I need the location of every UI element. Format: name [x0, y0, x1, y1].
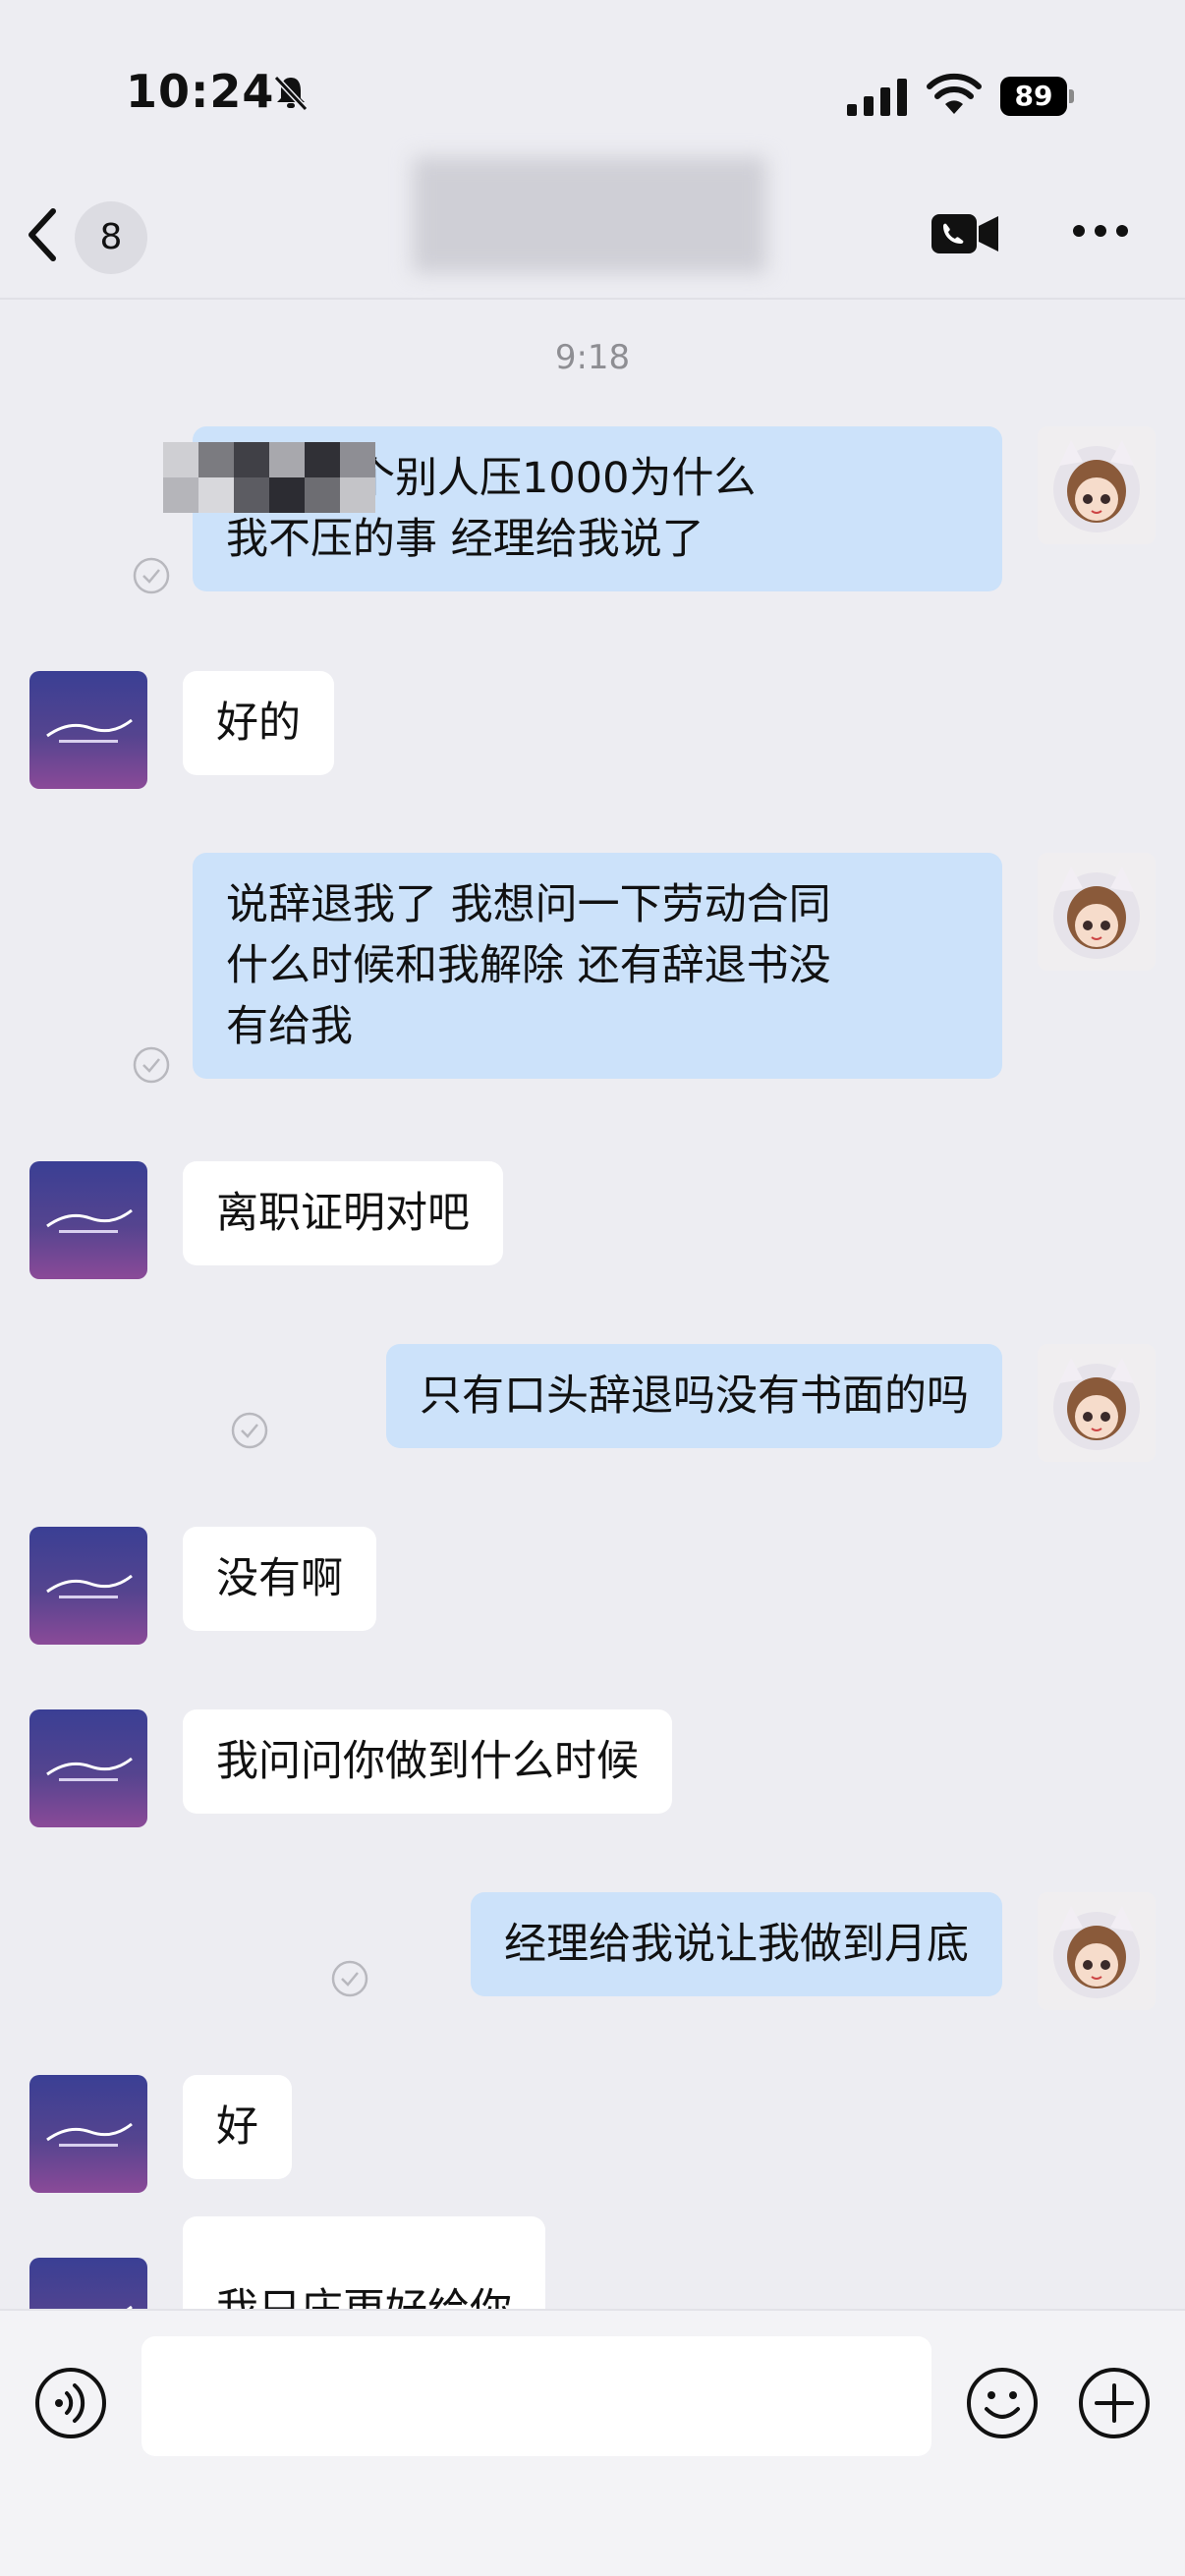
my-avatar[interactable]: [1038, 1892, 1156, 2010]
contact-message-bubble[interactable]: 离职证明对吧: [183, 1161, 503, 1265]
message-input-bar: [0, 2309, 1185, 2576]
more-options-icon[interactable]: [1071, 221, 1130, 241]
company-logo-icon: [46, 1757, 133, 1781]
read-check-icon: [331, 1960, 368, 1997]
emoji-smiley-icon[interactable]: [965, 2366, 1040, 2440]
my-avatar[interactable]: [1038, 1344, 1156, 1462]
my-message-bubble[interactable]: 经理给我说让我做到月底: [471, 1892, 1002, 1996]
anime-girl-avatar-icon: [1053, 1358, 1140, 1450]
chat-screen: 10:24 89 8 9:18 关于那个别人压1000为什么 我不压的事 经理给…: [0, 0, 1185, 2576]
voice-input-icon[interactable]: [33, 2366, 108, 2440]
battery-indicator: 89: [1000, 77, 1075, 116]
status-time: 10:24: [126, 65, 275, 118]
my-avatar[interactable]: [1038, 426, 1156, 544]
contact-avatar[interactable]: [29, 1709, 147, 1827]
contact-message-bubble[interactable]: 没有啊: [183, 1527, 376, 1631]
back-chevron-icon[interactable]: [22, 205, 61, 264]
contact-message-bubble[interactable]: 我问问你做到什么时候: [183, 1709, 672, 1814]
unread-count-badge[interactable]: 8: [75, 201, 147, 274]
company-logo-icon: [46, 1574, 133, 1598]
company-logo-icon: [46, 1208, 133, 1233]
wifi-icon: [927, 73, 982, 114]
my-message-bubble[interactable]: 说辞退我了 我想问一下劳动合同 什么时候和我解除 还有辞退书没 有给我: [193, 853, 1002, 1079]
read-check-icon: [133, 1046, 170, 1084]
add-attachment-icon[interactable]: [1077, 2366, 1152, 2440]
status-bar: 10:24 89: [0, 0, 1185, 172]
read-check-icon: [133, 557, 170, 594]
bell-muted-icon: [273, 75, 309, 112]
read-check-icon: [231, 1412, 268, 1449]
my-avatar[interactable]: [1038, 853, 1156, 971]
pixelated-name-mosaic: [163, 442, 375, 513]
anime-girl-avatar-icon: [1053, 440, 1140, 532]
company-logo-icon: [46, 2122, 133, 2147]
message-text-input[interactable]: [141, 2336, 931, 2456]
anime-girl-avatar-icon: [1053, 867, 1140, 959]
battery-level: 89: [1000, 77, 1067, 116]
contact-avatar[interactable]: [29, 1527, 147, 1645]
contact-name-blurred: [413, 157, 766, 273]
contact-message-bubble[interactable]: 好: [183, 2075, 292, 2179]
contact-avatar[interactable]: [29, 671, 147, 789]
contact-message-bubble[interactable]: 好的: [183, 671, 334, 775]
video-call-icon[interactable]: [930, 208, 1000, 257]
my-message-bubble[interactable]: 只有口头辞退吗没有书面的吗: [386, 1344, 1002, 1448]
anime-girl-avatar-icon: [1053, 1906, 1140, 1998]
contact-avatar[interactable]: [29, 2075, 147, 2193]
contact-avatar[interactable]: [29, 1161, 147, 1279]
cellular-signal-icon: [847, 79, 907, 116]
company-logo-icon: [46, 718, 133, 743]
battery-nub: [1069, 89, 1074, 103]
message-timestamp: 9:18: [554, 338, 631, 377]
